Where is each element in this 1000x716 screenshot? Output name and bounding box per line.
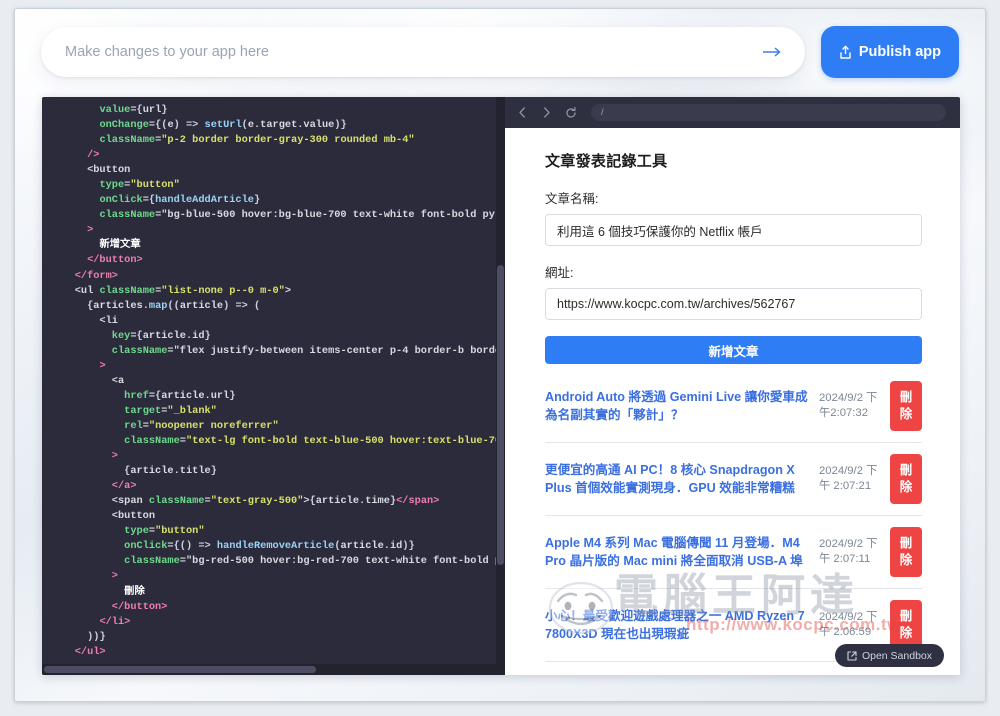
code-vertical-scrollbar[interactable] — [496, 97, 505, 664]
prompt-input[interactable] — [65, 44, 759, 60]
code-horizontal-scrollbar[interactable] — [42, 664, 505, 675]
article-link[interactable]: Apple M4 系列 Mac 電腦傳聞 11 月登場．M4 Pro 晶片版的 … — [545, 534, 812, 570]
article-list: Android Auto 將透過 Gemini Live 讓你愛車成為名副其實的… — [545, 370, 922, 662]
code-horizontal-scroll-thumb[interactable] — [44, 666, 316, 673]
remove-article-button[interactable]: 刪除 — [890, 527, 922, 577]
article-time: 2024/9/2 下午 2:07:21 — [819, 465, 878, 492]
remove-article-button[interactable]: 刪除 — [890, 454, 922, 504]
chevron-left-icon[interactable] — [515, 105, 530, 120]
list-item: 更便宜的高通 AI PC！8 核心 Snapdragon X Plus 首個效能… — [545, 443, 922, 516]
app-window: Publish app value={url} onChange={(e) =>… — [14, 8, 986, 702]
preview-url-bar[interactable]: / — [591, 104, 946, 121]
preview-url-text: / — [601, 107, 604, 118]
article-url-input[interactable] — [545, 288, 922, 320]
remove-article-button[interactable]: 刪除 — [890, 600, 922, 650]
open-sandbox-label: Open Sandbox — [861, 649, 932, 662]
publish-app-button[interactable]: Publish app — [820, 26, 959, 78]
chevron-right-icon[interactable] — [539, 105, 554, 120]
preview-browser-toolbar: / — [505, 97, 960, 128]
article-link[interactable]: 小心！最受歡迎遊戲處理器之一 AMD Ryzen 7 7800X3D 現在也出現… — [545, 607, 812, 643]
article-url-label: 網址: — [545, 266, 574, 280]
external-link-icon — [847, 650, 857, 661]
source-code[interactable]: value={url} onChange={(e) => setUrl(e.ta… — [42, 103, 505, 661]
workspace: value={url} onChange={(e) => setUrl(e.ta… — [42, 97, 960, 675]
article-link[interactable]: 更便宜的高通 AI PC！8 核心 Snapdragon X Plus 首個效能… — [545, 461, 812, 497]
remove-article-button[interactable]: 刪除 — [890, 381, 922, 431]
upload-icon — [839, 45, 852, 60]
article-time: 2024/9/2 下午2:07:32 — [819, 392, 878, 419]
publish-app-label: Publish app — [858, 44, 941, 60]
code-scroll-area[interactable]: value={url} onChange={(e) => setUrl(e.ta… — [42, 103, 505, 661]
code-vertical-scroll-thumb[interactable] — [497, 265, 504, 565]
article-title-input[interactable] — [545, 214, 922, 246]
preview-pane: / 文章發表記錄工具 文章名稱: 網址: 新增文章 Android Auto 將… — [505, 97, 960, 675]
code-editor-pane[interactable]: value={url} onChange={(e) => setUrl(e.ta… — [42, 97, 505, 675]
add-article-button[interactable]: 新增文章 — [545, 336, 922, 364]
page-title: 文章發表記錄工具 — [545, 153, 668, 170]
article-title-label: 文章名稱: — [545, 192, 599, 206]
list-item: Android Auto 將透過 Gemini Live 讓你愛車成為名副其實的… — [545, 370, 922, 443]
preview-viewport[interactable]: 文章發表記錄工具 文章名稱: 網址: 新增文章 Android Auto 將透過… — [505, 128, 960, 675]
preview-app: 文章發表記錄工具 文章名稱: 網址: 新增文章 Android Auto 將透過… — [505, 128, 960, 662]
article-time: 2024/9/2 下午 2:07:11 — [819, 538, 878, 565]
list-item: Apple M4 系列 Mac 電腦傳聞 11 月登場．M4 Pro 晶片版的 … — [545, 516, 922, 589]
article-link[interactable]: Android Auto 將透過 Gemini Live 讓你愛車成為名副其實的… — [545, 388, 812, 424]
open-sandbox-button[interactable]: Open Sandbox — [834, 644, 944, 667]
arrow-right-icon[interactable] — [759, 41, 785, 63]
top-toolbar: Publish app — [15, 9, 985, 95]
reload-icon[interactable] — [563, 105, 578, 120]
article-time: 2024/9/2 下午 2:06:59 — [819, 611, 878, 638]
prompt-box[interactable] — [41, 27, 805, 77]
